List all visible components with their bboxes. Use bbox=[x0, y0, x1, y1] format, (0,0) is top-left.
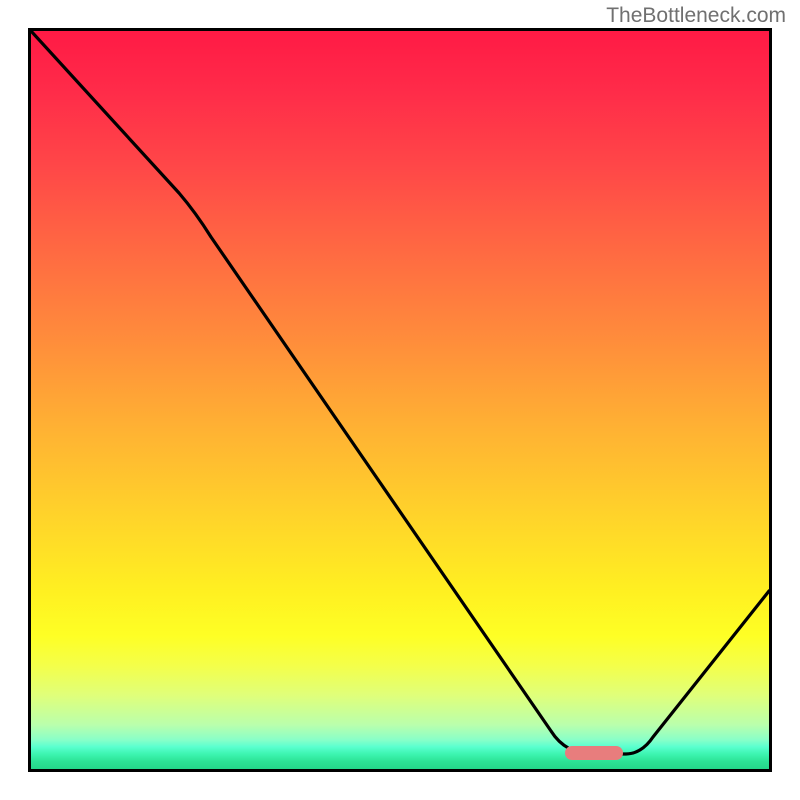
watermark-text: TheBottleneck.com bbox=[606, 4, 786, 28]
chart-container: TheBottleneck.com bbox=[0, 0, 800, 800]
bottleneck-curve-path bbox=[31, 31, 769, 754]
plot-area bbox=[28, 28, 772, 772]
curve-svg bbox=[31, 31, 769, 769]
optimal-marker bbox=[565, 746, 623, 760]
